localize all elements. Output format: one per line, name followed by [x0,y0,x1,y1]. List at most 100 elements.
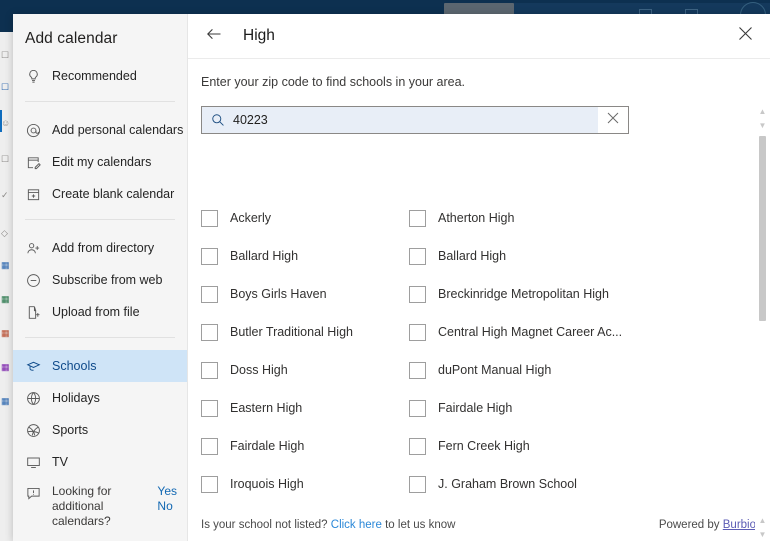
sidebar-item-upload-from-file[interactable]: Upload from file [13,296,187,328]
scroll-down-arrow[interactable]: ▼ [755,118,770,132]
school-checkbox[interactable] [409,248,426,265]
back-button[interactable] [200,22,228,50]
school-label: Boys Girls Haven [230,287,327,301]
school-checkbox[interactable] [409,210,426,227]
scroll-down-arrow-bottom[interactable]: ▼ [755,527,770,541]
powered-by-text: Powered by Burbio [659,519,756,531]
close-button[interactable] [730,21,760,51]
onenote-icon[interactable]: ▦ [1,362,12,373]
zip-search-box [201,106,629,134]
sidebar-item-add-personal-calendars[interactable]: Add personal calendars [13,114,187,146]
scroll-up-arrow-bottom[interactable]: ▲ [755,513,770,527]
school-list-item[interactable]: Central High Magnet Career Ac... [409,313,746,351]
close-icon [738,26,753,46]
school-checkbox[interactable] [201,476,218,493]
word-icon[interactable]: ▦ [1,260,12,271]
school-list-item[interactable]: Fairdale High [409,389,746,427]
school-checkbox[interactable] [409,476,426,493]
school-checkbox[interactable] [201,362,218,379]
school-checkbox[interactable] [409,438,426,455]
school-label: Ackerly [230,211,271,225]
feedback-icon [25,485,41,501]
click-here-link[interactable]: Click here [331,519,382,531]
school-list-item[interactable]: Fairdale High [201,427,409,465]
feedback-no-link[interactable]: No [157,499,177,514]
school-checkbox[interactable] [201,400,218,417]
school-list-item[interactable]: Breckinridge Metropolitan High [409,275,746,313]
calendar-icon[interactable]: ☐ [1,82,12,93]
sidebar-item-recommended[interactable]: Recommended [13,60,187,92]
school-label: Ballard High [230,249,298,263]
excel-icon[interactable]: ▦ [1,294,12,305]
feedback-yes-link[interactable]: Yes [157,484,177,499]
school-checkbox[interactable] [409,324,426,341]
burbio-link[interactable]: Burbio [723,519,756,531]
school-checkbox[interactable] [201,438,218,455]
teams-icon[interactable]: ◇ [1,228,12,239]
sidebar-item-holidays[interactable]: Holidays [13,382,187,414]
school-list-item[interactable]: Iroquois High [201,465,409,503]
feedback-question: Looking for additional calendars? [52,484,130,529]
sidebar-item-schools[interactable]: Schools [13,350,187,382]
clear-search-button[interactable] [598,107,628,133]
add-calendar-icon [25,186,41,202]
ball-icon [25,422,41,438]
add-person-icon [25,240,41,256]
sidebar-item-add-from-directory[interactable]: Add from directory [13,232,187,264]
school-label: J. Graham Brown School [438,477,577,491]
tasks-icon[interactable]: ✓ [1,190,12,201]
scrollbar-thumb[interactable] [759,136,766,321]
dialog-sidebar: Add calendar Recommended Add personal ca… [13,14,188,541]
school-checkbox[interactable] [409,286,426,303]
school-list-item[interactable]: Fern Creek High [409,427,746,465]
sidebar-item-label: Recommended [52,69,137,83]
sidebar-item-create-blank-calendar[interactable]: Create blank calendar [13,178,187,210]
school-checkbox[interactable] [409,362,426,379]
at-sign-icon [25,122,41,138]
sidebar-item-label: Add from directory [52,241,154,255]
mail-icon[interactable]: ☐ [1,50,12,61]
zip-code-prompt: Enter your zip code to find schools in y… [188,59,770,89]
powerpoint-icon[interactable]: ▦ [1,328,12,339]
planner-icon[interactable]: ▦ [1,396,12,407]
school-list-item[interactable]: Ackerly [201,199,409,237]
school-checkbox[interactable] [201,286,218,303]
edit-calendar-icon [25,154,41,170]
school-list-item[interactable]: Ballard High [201,237,409,275]
sidebar-item-tv[interactable]: TV [13,446,187,478]
nav-group-3: Add from directory Subscribe from web Up… [13,232,187,328]
files-icon[interactable]: ☐ [1,154,12,165]
school-list-item[interactable]: Atherton High [409,199,746,237]
zip-search-field-fill[interactable] [202,107,598,133]
add-calendar-dialog: Add calendar Recommended Add personal ca… [13,14,770,541]
school-label: Breckinridge Metropolitan High [438,287,609,301]
school-list-item[interactable]: Eastern High [201,389,409,427]
sidebar-item-label: Upload from file [52,305,140,319]
school-list-item[interactable]: Butler Traditional High [201,313,409,351]
sidebar-item-label: Add personal calendars [52,123,183,137]
school-list-scrollbar[interactable]: ▲ ▼ ▲ ▼ [755,104,770,541]
school-list-item[interactable]: Ballard High [409,237,746,275]
school-label: Fairdale High [438,401,512,415]
sidebar-item-label: Edit my calendars [52,155,151,169]
dialog-main-pane: High Enter your zip code to find schools… [188,14,770,541]
scroll-up-arrow[interactable]: ▲ [755,104,770,118]
school-checkbox[interactable] [201,248,218,265]
school-list-item[interactable]: Doss High [201,351,409,389]
school-list-item[interactable]: J. Graham Brown School [409,465,746,503]
school-list-item[interactable]: duPont Manual High [409,351,746,389]
people-icon[interactable]: ☺ [1,118,12,129]
sidebar-item-subscribe-from-web[interactable]: Subscribe from web [13,264,187,296]
sidebar-item-sports[interactable]: Sports [13,414,187,446]
sidebar-item-edit-my-calendars[interactable]: Edit my calendars [13,146,187,178]
school-checkbox[interactable] [201,210,218,227]
school-checkbox[interactable] [201,324,218,341]
app-rail: ☐ ☐ ☺ ☐ ✓ ◇ ▦ ▦ ▦ ▦ ▦ [0,32,14,541]
school-label: Doss High [230,363,288,377]
search-input[interactable] [233,113,598,127]
main-header: High [188,14,770,59]
school-list-scroll-area[interactable]: AckerlyAtherton HighBallard HighBallard … [188,199,770,541]
school-checkbox[interactable] [409,400,426,417]
school-list-item[interactable]: Boys Girls Haven [201,275,409,313]
arrow-left-icon [205,25,223,48]
